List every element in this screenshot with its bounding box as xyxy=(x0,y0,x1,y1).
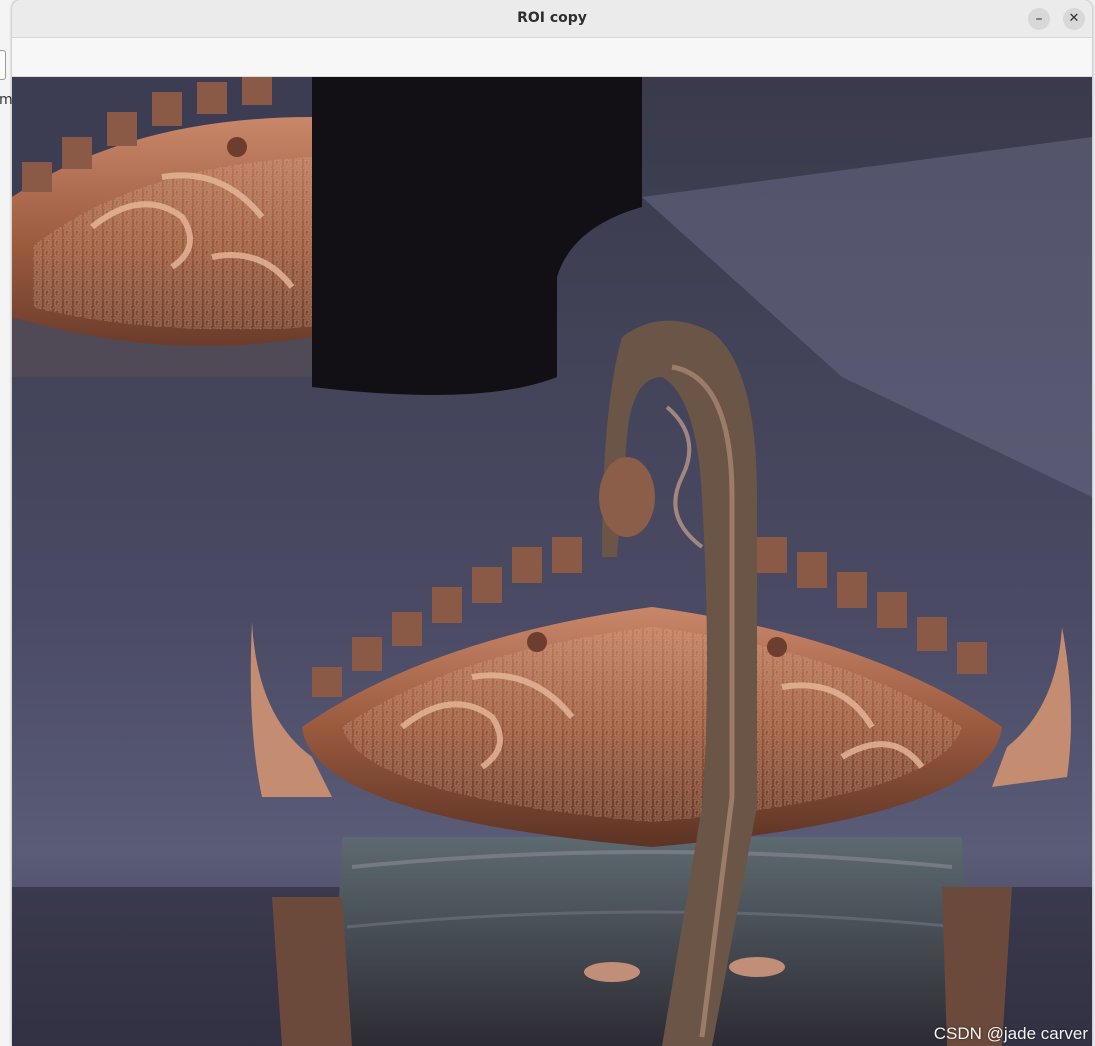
vessel-flange-left xyxy=(272,897,352,1046)
watermark: CSDN @jade carver xyxy=(933,1024,1088,1043)
image-canvas: CSDN @jade carver xyxy=(12,77,1092,1046)
lower-knob xyxy=(584,962,640,982)
roi-copy-region xyxy=(12,77,312,377)
vessel-body xyxy=(332,837,972,1046)
background-window-control xyxy=(0,50,6,80)
roi-copy-image xyxy=(12,77,312,377)
toolbar xyxy=(12,38,1092,77)
vessel-flange-right xyxy=(942,887,1012,1046)
title-bar[interactable]: ROI copy – ✕ xyxy=(12,0,1092,38)
image-viewer-window: ROI copy – ✕ CSDN @jade carver xyxy=(12,0,1092,1046)
background-window-text: m xyxy=(0,92,13,108)
close-button[interactable]: ✕ xyxy=(1063,8,1085,30)
lower-knob xyxy=(729,957,785,977)
background-window-edge: m xyxy=(0,0,13,1046)
handle-knob xyxy=(599,457,655,537)
window-title: ROI copy xyxy=(517,10,587,26)
minimize-button[interactable]: – xyxy=(1028,8,1050,30)
